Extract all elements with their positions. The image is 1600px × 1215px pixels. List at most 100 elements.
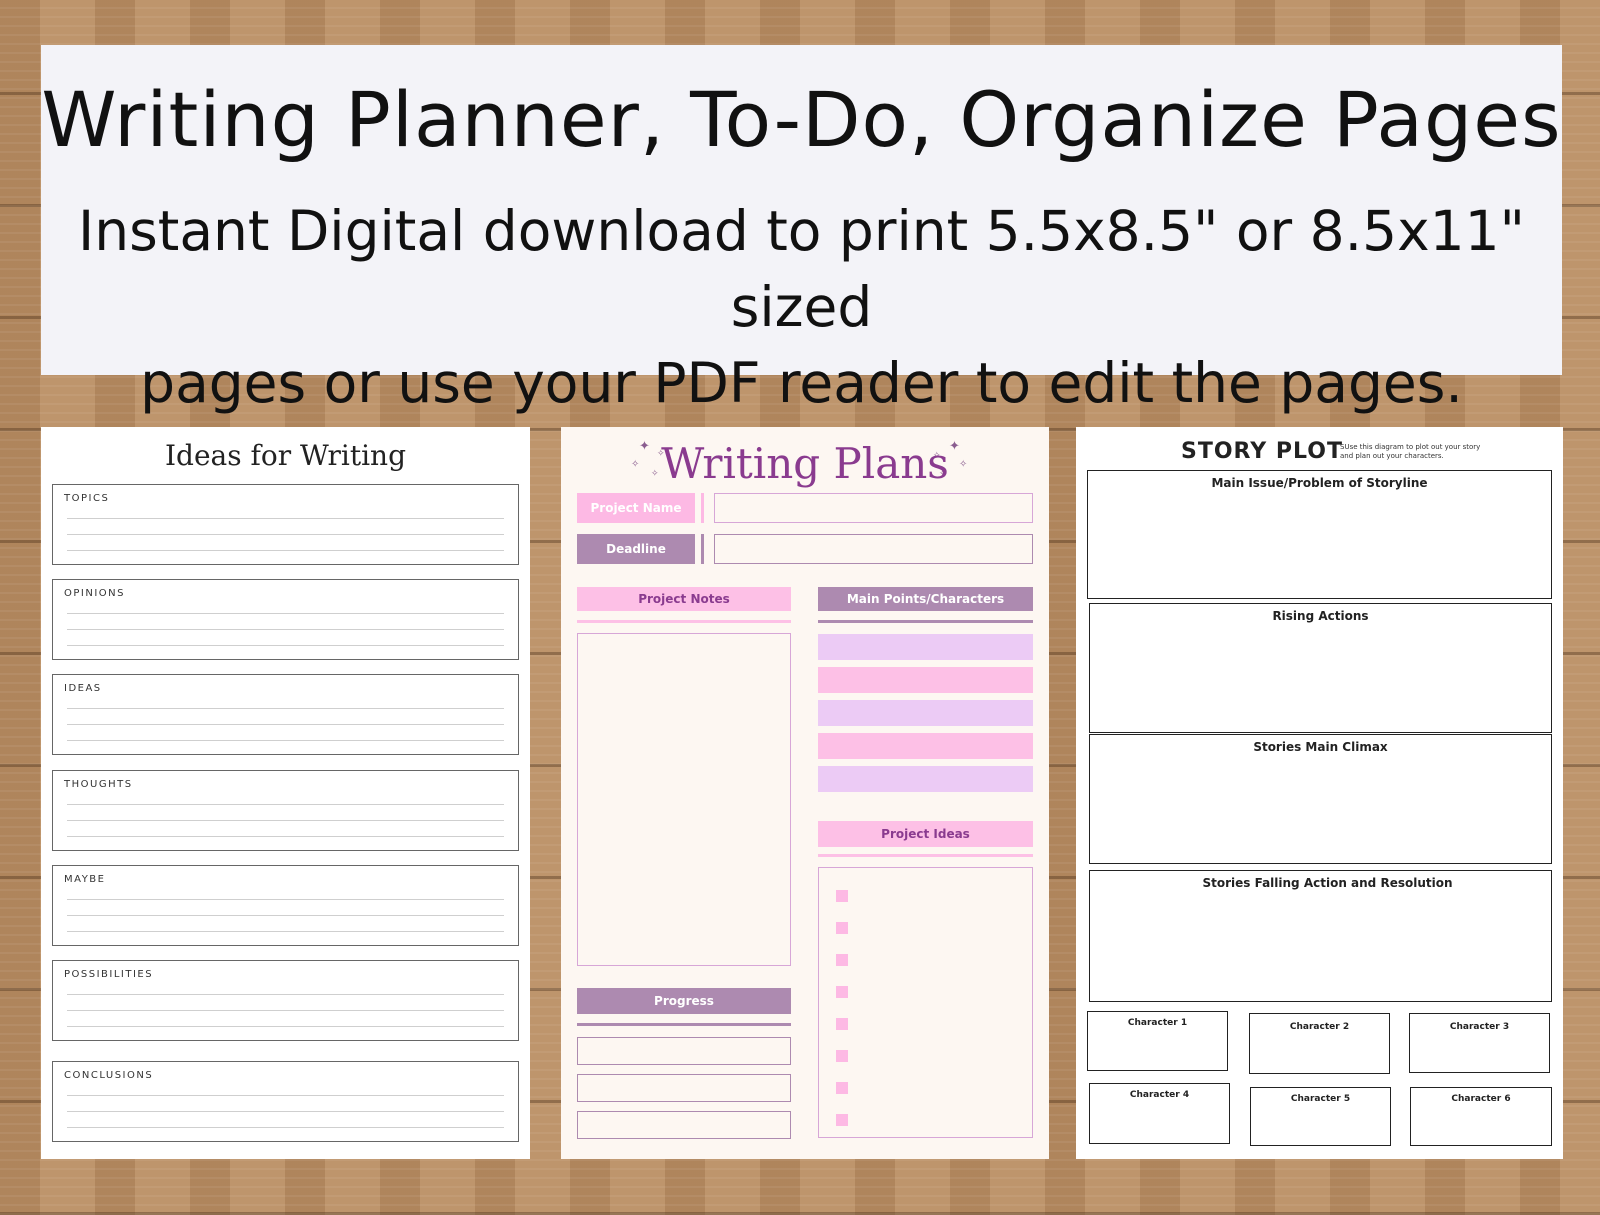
banner-subtitle-line-1: Instant Digital download to print 5.5x8.… (78, 199, 1525, 339)
character-box[interactable]: Character 2 (1249, 1013, 1390, 1074)
story-plot-page: STORY PLOT SUse this diagram to plot out… (1076, 427, 1563, 1159)
writing-line (67, 740, 504, 741)
writing-line (67, 915, 504, 916)
ideas-page-title: Ideas for Writing (164, 439, 407, 472)
main-point-bar[interactable] (818, 733, 1033, 759)
writing-line (67, 1127, 504, 1128)
checkbox-icon[interactable] (836, 890, 848, 902)
character-box[interactable]: Character 1 (1087, 1011, 1228, 1071)
plans-page-title: Writing Plans (661, 439, 949, 488)
progress-field[interactable] (577, 1037, 791, 1065)
rising-actions-box[interactable]: Rising Actions (1089, 603, 1552, 733)
character-caption: Character 6 (1451, 1094, 1511, 1104)
progress-field[interactable] (577, 1074, 791, 1102)
writing-line (67, 1010, 504, 1011)
header-banner: Writing Planner, To-Do, Organize Pages I… (41, 45, 1562, 415)
rising-actions-caption: Rising Actions (1272, 609, 1369, 623)
writing-line (67, 1026, 504, 1027)
ideas-section-box[interactable]: MAYBE (52, 865, 519, 946)
ideas-section-box[interactable]: OPINIONS (52, 579, 519, 660)
divider (701, 493, 704, 523)
project-notes-area[interactable] (577, 633, 791, 966)
ideas-section-box[interactable]: POSSIBILITIES (52, 960, 519, 1041)
writing-line (67, 613, 504, 614)
writing-line (67, 899, 504, 900)
writing-line (67, 550, 504, 551)
project-ideas-label: Project Ideas (818, 821, 1033, 847)
main-point-bar[interactable] (818, 634, 1033, 660)
ideas-section-label: OPINIONS (64, 588, 125, 599)
writing-line (67, 820, 504, 821)
checkbox-icon[interactable] (836, 1050, 848, 1062)
ideas-section-label: THOUGHTS (64, 779, 133, 790)
main-point-bar[interactable] (818, 766, 1033, 792)
ideas-section-box[interactable]: THOUGHTS (52, 770, 519, 851)
banner-title: Writing Planner, To-Do, Organize Pages (41, 75, 1562, 164)
story-note-line-2: and plan out your characters. (1340, 452, 1444, 460)
divider (577, 1023, 791, 1026)
character-box[interactable]: Character 4 (1089, 1083, 1230, 1144)
divider (701, 534, 704, 564)
ideas-section-box[interactable]: TOPICS (52, 484, 519, 565)
writing-line (67, 518, 504, 519)
ideas-section-label: IDEAS (64, 683, 102, 694)
character-caption: Character 4 (1129, 1090, 1190, 1100)
project-name-label: Project Name (577, 493, 695, 523)
writing-line (67, 724, 504, 725)
writing-line (67, 836, 504, 837)
divider (818, 620, 1033, 623)
ideas-section-box[interactable]: IDEAS (52, 674, 519, 755)
project-notes-label: Project Notes (577, 587, 791, 611)
character-box[interactable]: Character 6 (1410, 1087, 1552, 1146)
main-point-bar[interactable] (818, 667, 1033, 693)
project-ideas-area[interactable] (818, 867, 1033, 1138)
character-caption: Character 2 (1289, 1022, 1350, 1032)
banner-subtitle: Instant Digital download to print 5.5x8.… (41, 193, 1562, 421)
ideas-section-label: TOPICS (64, 493, 110, 504)
writing-line (67, 1111, 504, 1112)
checkbox-icon[interactable] (836, 1018, 848, 1030)
writing-plans-page: ✦ ✧ ✧ ✧ ✦ ✧ ✧ ✧ Writing Plans Project Na… (561, 427, 1049, 1159)
writing-line (67, 994, 504, 995)
writing-line (67, 645, 504, 646)
divider (577, 620, 791, 623)
character-box[interactable]: Character 5 (1250, 1087, 1391, 1146)
checkbox-icon[interactable] (836, 922, 848, 934)
deadline-label: Deadline (577, 534, 695, 564)
main-issue-box[interactable]: Main Issue/Problem of Storyline (1087, 470, 1552, 599)
checkbox-icon[interactable] (836, 954, 848, 966)
story-note-line-1: SUse this diagram to plot out your story (1340, 443, 1481, 451)
character-box[interactable]: Character 3 (1409, 1013, 1550, 1073)
falling-action-caption: Stories Falling Action and Resolution (1202, 876, 1453, 890)
writing-line (67, 708, 504, 709)
main-climax-box[interactable]: Stories Main Climax (1089, 734, 1552, 864)
falling-action-box[interactable]: Stories Falling Action and Resolution (1089, 870, 1552, 1002)
ideas-section-label: POSSIBILITIES (64, 969, 154, 980)
writing-line (67, 804, 504, 805)
divider (818, 854, 1033, 857)
main-issue-caption: Main Issue/Problem of Storyline (1211, 476, 1428, 490)
ideas-for-writing-page: Ideas for Writing TOPICS OPINIONS IDEAS THO… (41, 427, 530, 1159)
banner-subtitle-line-2: pages or use your PDF reader to edit the… (140, 351, 1463, 415)
character-caption: Character 1 (1127, 1018, 1188, 1028)
checkbox-icon[interactable] (836, 1082, 848, 1094)
writing-line (67, 629, 504, 630)
ideas-section-label: MAYBE (64, 874, 106, 885)
ideas-section-box[interactable]: CONCLUSIONS (52, 1061, 519, 1142)
main-point-bar[interactable] (818, 700, 1033, 726)
project-name-field[interactable] (714, 493, 1033, 523)
progress-field[interactable] (577, 1111, 791, 1139)
writing-line (67, 931, 504, 932)
checkbox-icon[interactable] (836, 1114, 848, 1126)
checkbox-icon[interactable] (836, 986, 848, 998)
character-caption: Character 5 (1290, 1094, 1351, 1104)
story-page-note: SUse this diagram to plot out your story… (1340, 443, 1480, 461)
main-points-label: Main Points/Characters (818, 587, 1033, 611)
deadline-field[interactable] (714, 534, 1033, 564)
progress-label: Progress (577, 988, 791, 1014)
writing-line (67, 534, 504, 535)
writing-line (67, 1095, 504, 1096)
main-climax-caption: Stories Main Climax (1253, 740, 1388, 754)
character-caption: Character 3 (1449, 1022, 1510, 1032)
story-page-title: STORY PLOT (1181, 439, 1343, 464)
